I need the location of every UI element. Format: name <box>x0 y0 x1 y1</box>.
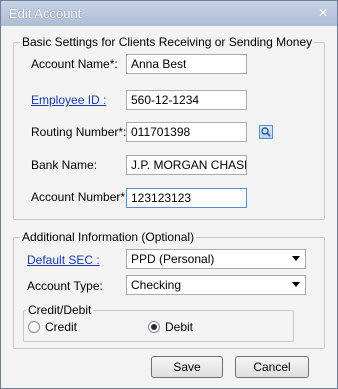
debit-label[interactable]: Debit <box>165 320 193 334</box>
debit-radio[interactable] <box>148 321 160 333</box>
account-number-input[interactable]: 123123123 <box>126 188 247 208</box>
edit-account-window: Edit Account ✕ Basic Settings for Client… <box>0 0 338 389</box>
default-sec-link[interactable]: Default SEC : <box>27 253 100 267</box>
account-type-label: Account Type: <box>27 279 103 293</box>
additional-info-title: Additional Information (Optional) <box>20 230 197 244</box>
credit-debit-title: Credit/Debit <box>26 303 94 317</box>
account-name-input[interactable]: Anna Best <box>126 54 247 74</box>
routing-number-input[interactable]: 011701398 <box>126 122 247 142</box>
default-sec-select[interactable]: PPD (Personal) <box>126 249 306 269</box>
account-type-value: Checking <box>131 278 182 292</box>
default-sec-value: PPD (Personal) <box>131 252 215 266</box>
close-icon[interactable]: ✕ <box>314 6 332 20</box>
bank-name-label: Bank Name: <box>31 158 98 172</box>
window-title: Edit Account <box>9 6 82 21</box>
routing-number-label: Routing Number*: <box>31 125 127 139</box>
bank-name-input[interactable]: J.P. MORGAN CHASE B <box>126 155 247 175</box>
basic-settings-title: Basic Settings for Clients Receiving or … <box>20 35 315 49</box>
credit-label[interactable]: Credit <box>45 320 77 334</box>
credit-radio[interactable] <box>28 321 40 333</box>
cancel-button[interactable]: Cancel <box>235 356 309 378</box>
search-icon[interactable] <box>259 125 273 139</box>
employee-id-link[interactable]: Employee ID : <box>31 93 106 107</box>
account-name-label: Account Name*: <box>31 57 118 71</box>
account-type-select[interactable]: Checking <box>126 275 306 295</box>
account-number-label: Account Number*: <box>31 190 129 204</box>
chevron-down-icon <box>292 282 300 287</box>
title-bar: Edit Account ✕ <box>1 1 337 26</box>
chevron-down-icon <box>292 256 300 261</box>
save-button[interactable]: Save <box>151 356 223 378</box>
employee-id-input[interactable]: 560-12-1234 <box>126 90 247 110</box>
